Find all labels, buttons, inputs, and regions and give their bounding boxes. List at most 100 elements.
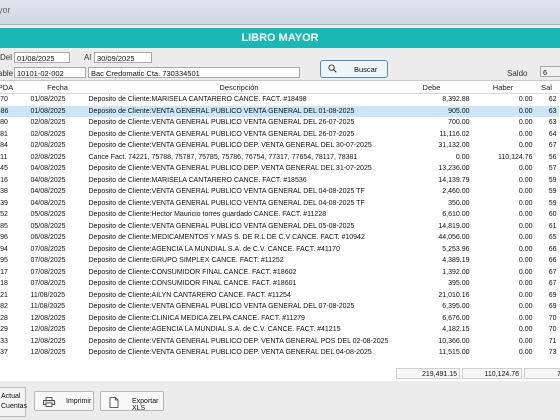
table-row[interactable]: 048138 04/08/2025 Deposito de Cliente:VENT… bbox=[0, 186, 559, 198]
date-to-field[interactable]: 30/09/2025 bbox=[94, 52, 152, 63]
table-row[interactable]: 048128 12/08/2025 Deposito de Cliente:CLIN… bbox=[0, 313, 559, 325]
haber-cell: 0.00 bbox=[518, 165, 533, 173]
date-cell: 07/08/2025 bbox=[30, 245, 66, 253]
window-titlebar: yor bbox=[0, 0, 560, 25]
pda-cell: 047470 bbox=[0, 96, 8, 104]
search-button[interactable]: Buscar bbox=[320, 60, 388, 78]
date-cell: 01/08/2025 bbox=[30, 96, 66, 104]
table-row[interactable]: 047470 01/08/2025 Deposito de Cliente:MARI… bbox=[0, 94, 559, 106]
table-row[interactable]: 048182 11/08/2025 Deposito de Cliente:VENT… bbox=[0, 301, 559, 313]
table-row[interactable]: 047817 07/08/2025 Deposito de Cliente:CONS… bbox=[0, 267, 559, 279]
haber-cell: 0.00 bbox=[518, 211, 533, 219]
pda-cell: 048138 bbox=[0, 188, 8, 196]
haber-cell: 0.00 bbox=[518, 303, 533, 311]
debe-cell: 5,253.96 bbox=[442, 245, 470, 253]
saldo-cell: 70 bbox=[548, 326, 557, 334]
haber-cell: 0.00 bbox=[518, 257, 533, 265]
column-header[interactable]: Sal bbox=[534, 81, 559, 94]
column-header[interactable]: Fecha bbox=[28, 81, 87, 94]
table-row[interactable]: 047484 02/08/2025 Deposito de Cliente:VENT… bbox=[0, 140, 559, 152]
haber-cell: 0.00 bbox=[471, 105, 535, 117]
debe-cell: 6,395.00 bbox=[442, 303, 470, 311]
export-xls-button[interactable]: Exportar XLS bbox=[100, 391, 164, 412]
debe-cell: 14,819.00 bbox=[438, 222, 470, 230]
table-row[interactable]: 048129 12/08/2025 Deposito de Cliente:AGEN… bbox=[0, 324, 559, 336]
debe-cell: 44,056.00 bbox=[438, 234, 470, 242]
table-row[interactable]: 047818 07/08/2025 Deposito de Cliente:CONS… bbox=[0, 278, 559, 290]
date-cell: 06/08/2025 bbox=[30, 234, 66, 242]
saldo-cell: 61 bbox=[548, 222, 557, 230]
actual-cuentas-button[interactable]: Actual Cuentas bbox=[0, 387, 27, 417]
haber-cell: 0.00 bbox=[518, 234, 533, 242]
print-button[interactable]: Imprimir bbox=[34, 391, 94, 411]
debe-cell: 1,392.00 bbox=[442, 268, 470, 276]
saldo-cell: 69 bbox=[548, 291, 557, 299]
description-cell: Deposito de Cliente:CONSUMIDOR FINAL CAN… bbox=[88, 280, 297, 288]
date-cell: 04/08/2025 bbox=[30, 176, 66, 184]
date-cell: 02/08/2025 bbox=[30, 130, 66, 138]
haber-cell: 0.00 bbox=[518, 96, 533, 104]
pda-cell: 048129 bbox=[0, 326, 8, 334]
debe-cell: 395.00 bbox=[448, 280, 470, 288]
column-header[interactable]: PDA bbox=[0, 81, 29, 94]
table-row[interactable]: 048011 02/08/2025 Cance Fact. 74221, 75788… bbox=[0, 152, 559, 164]
debe-cell: 21,010.16 bbox=[438, 291, 470, 299]
pda-cell: 047795 bbox=[0, 257, 8, 265]
pda-cell: 047816 bbox=[0, 176, 8, 184]
table-row[interactable]: 047852 05/08/2025 Deposito de Cliente:Hect… bbox=[0, 209, 559, 221]
date-cell: 07/08/2025 bbox=[30, 268, 66, 276]
column-header[interactable]: Debe bbox=[391, 81, 472, 94]
table-row[interactable]: 048133 12/08/2025 Deposito de Cliente:VENT… bbox=[0, 336, 559, 348]
account-code-field[interactable]: 10101-02-002 bbox=[14, 67, 86, 78]
pda-cell: 047852 bbox=[0, 211, 8, 219]
saldo-cell: 67 bbox=[548, 268, 557, 276]
pda-cell: 048133 bbox=[0, 337, 8, 345]
table-row[interactable]: 047885 05/08/2025 Deposito de Cliente:VENT… bbox=[0, 221, 559, 233]
description-cell: Cance Fact. 74221, 75788, 75787, 75785, … bbox=[88, 153, 358, 161]
date-cell: 05/08/2025 bbox=[30, 222, 66, 230]
date-cell: 12/08/2025 bbox=[30, 337, 66, 345]
ledger-grid[interactable]: PDAFechaDescripciónDebeHaberSal 047470 01… bbox=[0, 80, 560, 381]
debe-cell: 10,366.00 bbox=[438, 337, 470, 345]
table-row[interactable]: 047796 06/08/2025 Deposito de Cliente:MEDI… bbox=[0, 232, 559, 244]
table-row[interactable]: 047545 04/08/2025 Deposito de Cliente:VENT… bbox=[0, 163, 559, 175]
date-cell: 12/08/2025 bbox=[30, 314, 66, 322]
haber-cell: 0.00 bbox=[518, 176, 533, 184]
saldo-field: 6 bbox=[540, 66, 560, 77]
date-cell: 07/08/2025 bbox=[30, 257, 66, 265]
table-row[interactable]: 047480 02/08/2025 Deposito de Cliente:VENT… bbox=[0, 117, 559, 129]
saldo-cell: 65 bbox=[548, 234, 557, 242]
ledger-table: PDAFechaDescripciónDebeHaberSal 047470 01… bbox=[0, 81, 559, 359]
table-row[interactable]: 048139 04/08/2025 Deposito de Cliente:VENT… bbox=[0, 198, 559, 210]
saldo-cell: 73 bbox=[548, 349, 557, 357]
description-cell: Deposito de Cliente:VENTA GENERAL PUBLIC… bbox=[88, 119, 355, 127]
table-row[interactable]: 047795 07/08/2025 Deposito de Cliente:GRUP… bbox=[0, 255, 559, 267]
description-cell: Deposito de Cliente:VENTA GENERAL PUBLIC… bbox=[88, 188, 365, 196]
table-row[interactable]: 04788601/08/2025Deposito de Cliente:VENT… bbox=[0, 105, 559, 117]
debe-cell: 2,460.00 bbox=[442, 188, 470, 196]
print-button-label: Imprimir bbox=[66, 398, 92, 405]
table-row[interactable]: 047816 04/08/2025 Deposito de Cliente:MARI… bbox=[0, 175, 559, 187]
debe-cell: 905.00 bbox=[391, 105, 472, 117]
description-cell: Deposito de Cliente:Hector Mauricio torr… bbox=[88, 211, 327, 219]
pda-cell: 048128 bbox=[0, 314, 8, 322]
description-cell: Deposito de Cliente:VENTA GENERAL PUBLIC… bbox=[88, 303, 355, 311]
description-cell: Deposito de Cliente:VENTA GENERAL PUBLIC… bbox=[86, 105, 392, 117]
pda-cell: 047886 bbox=[0, 105, 29, 117]
haber-cell: 0.00 bbox=[518, 291, 533, 299]
description-cell: Deposito de Cliente:MARISELA CANTARERO C… bbox=[88, 96, 307, 104]
pda-cell: 047484 bbox=[0, 142, 8, 150]
column-header[interactable]: Haber bbox=[471, 81, 535, 94]
saldo-cell: 67 bbox=[548, 280, 557, 288]
total-haber: 110,124.76 bbox=[462, 368, 522, 379]
saldo-label: Saldo bbox=[507, 69, 528, 78]
table-row[interactable]: 047794 07/08/2025 Deposito de Cliente:AGEN… bbox=[0, 244, 559, 256]
table-row[interactable]: 047921 11/08/2025 Deposito de Cliente:AILY… bbox=[0, 290, 559, 302]
account-label: able bbox=[0, 69, 14, 78]
column-header[interactable]: Descripción bbox=[86, 81, 392, 94]
date-from-field[interactable]: 01/08/2025 bbox=[14, 52, 70, 63]
table-row[interactable]: 047481 02/08/2025 Deposito de Cliente:VENT… bbox=[0, 129, 559, 141]
date-cell: 04/08/2025 bbox=[30, 165, 66, 173]
pda-cell: 047794 bbox=[0, 245, 8, 253]
table-row[interactable]: 048137 12/08/2025 Deposito de Cliente:VENT… bbox=[0, 347, 559, 359]
